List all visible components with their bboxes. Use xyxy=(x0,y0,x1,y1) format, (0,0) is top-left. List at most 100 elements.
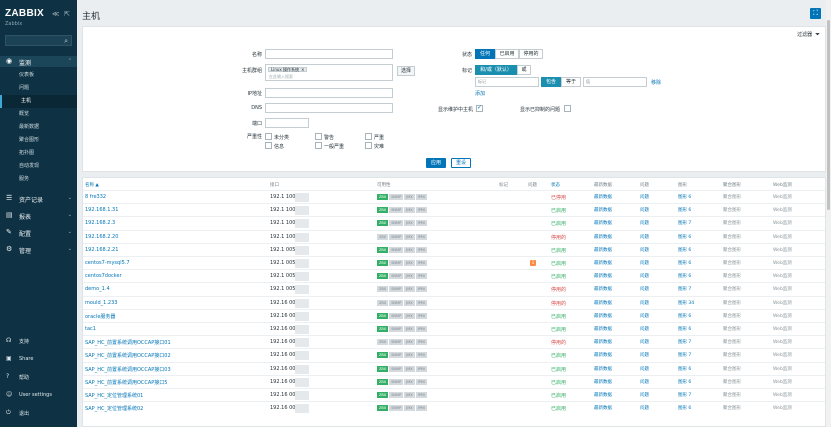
web-link[interactable]: Web监测 xyxy=(773,260,792,266)
latest-data-link[interactable]: 最新数据 xyxy=(594,392,612,398)
host-name-link[interactable]: tac1 xyxy=(85,326,96,332)
kiosk-icon[interactable]: ⇱ xyxy=(64,10,70,18)
status-toggle[interactable]: 停用的 xyxy=(551,286,566,293)
fullscreen-button[interactable]: ⛶ xyxy=(810,8,821,19)
status-toggle[interactable]: 已启用 xyxy=(551,379,566,386)
dashboards-link[interactable]: 聚合图形 xyxy=(723,326,741,332)
severity-average-checkbox[interactable] xyxy=(315,142,322,149)
web-link[interactable]: Web监测 xyxy=(773,207,792,213)
web-link[interactable]: Web监测 xyxy=(773,247,792,253)
search-icon[interactable]: ⌕ xyxy=(64,37,68,46)
dashboards-link[interactable]: 聚合图形 xyxy=(723,247,741,253)
status-toggle[interactable]: 已启用 xyxy=(551,247,566,254)
sidebar-item-configuration[interactable]: ✎ 配置 ⌄ xyxy=(0,226,77,240)
latest-data-link[interactable]: 最新数据 xyxy=(594,220,612,226)
col-header-name[interactable]: 名称 ▲ xyxy=(85,182,99,188)
tag-value-input[interactable]: 值 xyxy=(583,77,647,87)
status-toggle[interactable]: 已启用 xyxy=(551,326,566,333)
problems-link[interactable]: 问题 xyxy=(640,247,649,253)
dashboards-link[interactable]: 聚合图形 xyxy=(723,273,741,279)
graphs-link[interactable]: 图形 7 xyxy=(678,339,691,345)
sidebar-item-monitoring[interactable]: ◉ 监测 ⌃ xyxy=(0,56,77,67)
latest-data-link[interactable]: 最新数据 xyxy=(594,405,612,411)
problems-link[interactable]: 问题 xyxy=(640,273,649,279)
graphs-link[interactable]: 图形 6 xyxy=(678,234,691,240)
web-link[interactable]: Web监测 xyxy=(773,234,792,240)
problems-link[interactable]: 问题 xyxy=(640,352,649,358)
latest-data-link[interactable]: 最新数据 xyxy=(594,234,612,240)
severity-disaster-checkbox[interactable] xyxy=(365,142,372,149)
web-link[interactable]: Web监测 xyxy=(773,379,792,385)
host-name-link[interactable]: SAP_HC_前置系统调用OCCAP接口01 xyxy=(85,339,171,346)
latest-data-link[interactable]: 最新数据 xyxy=(594,366,612,372)
sidebar-sub-problems[interactable]: 问题 xyxy=(0,82,77,95)
hostgroup-input[interactable]: Linux 操作系统 ✕ 在此输入搜索 xyxy=(265,64,393,81)
web-link[interactable]: Web监测 xyxy=(773,300,792,306)
hostgroup-select-button[interactable]: 选择 xyxy=(397,66,415,76)
latest-data-link[interactable]: 最新数据 xyxy=(594,273,612,279)
status-toggle[interactable]: 已启用 xyxy=(551,313,566,320)
problems-link[interactable]: 问题 xyxy=(640,392,649,398)
sidebar-share[interactable]: ▣ Share xyxy=(0,353,77,366)
problem-count-badge[interactable]: 1 xyxy=(530,260,536,266)
status-toggle[interactable]: 已启用 xyxy=(551,366,566,373)
tag-contains-option[interactable]: 包含 xyxy=(541,77,561,87)
problems-link[interactable]: 问题 xyxy=(640,207,649,213)
dashboards-link[interactable]: 聚合图形 xyxy=(723,405,741,411)
filter-tab[interactable]: 过滤器 ⏷ xyxy=(797,31,820,39)
web-link[interactable]: Web监测 xyxy=(773,392,792,398)
sidebar-item-reports[interactable]: ▤ 报表 ⌄ xyxy=(0,209,77,223)
zabbix-logo[interactable]: ZABBIX xyxy=(5,8,44,19)
dashboards-link[interactable]: 聚合图形 xyxy=(723,194,741,200)
web-link[interactable]: Web监测 xyxy=(773,366,792,372)
web-link[interactable]: Web监测 xyxy=(773,220,792,226)
graphs-link[interactable]: 图形 6 xyxy=(678,194,691,200)
web-link[interactable]: Web监测 xyxy=(773,339,792,345)
web-link[interactable]: Web监测 xyxy=(773,405,792,411)
sidebar-sub-hosts[interactable]: 主机 xyxy=(0,95,77,108)
problems-link[interactable]: 问题 xyxy=(640,300,649,306)
problems-link[interactable]: 问题 xyxy=(640,379,649,385)
host-name-link[interactable]: SAP_HC_前置系统调用OCCAP接口02 xyxy=(85,352,171,359)
status-toggle[interactable]: 停用的 xyxy=(551,339,566,346)
port-input[interactable] xyxy=(265,118,309,128)
status-enabled-option[interactable]: 已启用 xyxy=(495,49,519,59)
sidebar-sub-overview[interactable]: 概览 xyxy=(0,108,77,121)
dashboards-link[interactable]: 聚合图形 xyxy=(723,379,741,385)
graphs-link[interactable]: 图形 6 xyxy=(678,273,691,279)
host-name-link[interactable]: SAP_HC_前置系统调用OCCAP接口03 xyxy=(85,366,171,373)
dashboards-link[interactable]: 聚合图形 xyxy=(723,392,741,398)
severity-warning-checkbox[interactable] xyxy=(315,133,322,140)
close-icon[interactable]: ✕ xyxy=(301,67,304,72)
dashboards-link[interactable]: 聚合图形 xyxy=(723,286,741,292)
graphs-link[interactable]: 图形 6 xyxy=(678,326,691,332)
latest-data-link[interactable]: 最新数据 xyxy=(594,379,612,385)
dashboards-link[interactable]: 聚合图形 xyxy=(723,300,741,306)
sidebar-sub-dashboard[interactable]: 仪表板 xyxy=(0,69,77,82)
graphs-link[interactable]: 图形 6 xyxy=(678,247,691,253)
host-name-link[interactable]: SAP_HC_定位管理系统01 xyxy=(85,392,143,399)
host-name-link[interactable]: centos7-mysql5.7 xyxy=(85,260,130,266)
severity-high-checkbox[interactable] xyxy=(365,133,372,140)
dashboards-link[interactable]: 聚合图形 xyxy=(723,352,741,358)
graphs-link[interactable]: 图形 6 xyxy=(678,405,691,411)
tag-add-link[interactable]: 添加 xyxy=(475,90,485,97)
host-name-link[interactable]: 192.168.2.21 xyxy=(85,247,118,253)
col-header-status[interactable]: 状态 xyxy=(551,182,560,188)
graphs-link[interactable]: 图形 7 xyxy=(678,352,691,358)
hostgroup-chip[interactable]: Linux 操作系统 ✕ xyxy=(268,67,308,72)
latest-data-link[interactable]: 最新数据 xyxy=(594,300,612,306)
graphs-link[interactable]: 图形 6 xyxy=(678,366,691,372)
tag-mode-andor-option[interactable]: 和/或（默认） xyxy=(475,65,517,75)
sidebar-user-settings[interactable]: ☺ User settings xyxy=(0,389,77,402)
host-name-link[interactable]: 8 fre332 xyxy=(85,194,106,200)
problems-link[interactable]: 问题 xyxy=(640,286,649,292)
tag-name-input[interactable]: 标记 xyxy=(475,77,539,87)
sidebar-help[interactable]: ? 帮助 xyxy=(0,371,77,384)
host-name-link[interactable]: SAP_HC_前置系统调用OCCAP接口5 xyxy=(85,379,168,386)
dashboards-link[interactable]: 聚合图形 xyxy=(723,313,741,319)
latest-data-link[interactable]: 最新数据 xyxy=(594,313,612,319)
page-scrollbar[interactable] xyxy=(826,0,831,427)
graphs-link[interactable]: 图形 34 xyxy=(678,300,694,306)
ip-input[interactable] xyxy=(265,88,393,98)
